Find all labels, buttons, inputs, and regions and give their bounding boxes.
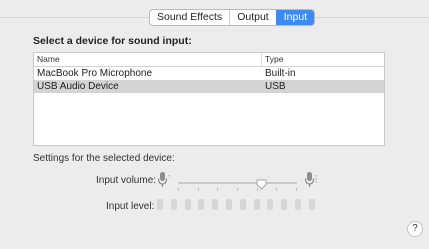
level-bar <box>295 199 301 210</box>
slider-tick <box>178 188 179 191</box>
slider-thumb[interactable] <box>256 177 267 190</box>
tab-sound-effects[interactable]: Sound Effects <box>150 10 229 25</box>
level-bar <box>267 199 274 210</box>
column-header-name[interactable]: Name <box>34 53 262 66</box>
table-header: Name Type <box>34 53 384 67</box>
table-row[interactable]: MacBook Pro Microphone Built-in <box>34 67 384 80</box>
slider-tick <box>296 188 297 191</box>
device-type: Built-in <box>265 68 296 79</box>
level-bar <box>226 199 232 210</box>
level-bar <box>253 199 260 210</box>
slider-track <box>178 182 297 184</box>
microphone-low-icon <box>155 171 173 189</box>
level-bar <box>281 199 288 210</box>
input-volume-label: Input volume: <box>96 175 157 186</box>
level-bar <box>308 199 315 210</box>
slider-tick <box>217 188 218 191</box>
slider-tick <box>257 188 258 191</box>
help-button[interactable]: ? <box>407 221 423 237</box>
device-name: USB Audio Device <box>37 81 119 92</box>
slider-tick <box>237 188 238 191</box>
level-bar <box>157 199 163 210</box>
level-bar <box>212 199 219 210</box>
slider-tick <box>276 188 277 191</box>
settings-label: Settings for the selected device: <box>33 153 175 164</box>
tab-bar: Sound Effects Output Input <box>149 9 316 26</box>
device-name: MacBook Pro Microphone <box>37 68 153 79</box>
level-bar <box>184 199 191 210</box>
section-title: Select a device for sound input: <box>33 35 192 47</box>
microphone-high-icon <box>304 171 322 189</box>
input-device-table: Name Type MacBook Pro Microphone Built-i… <box>33 52 385 146</box>
tab-input[interactable]: Input <box>275 10 315 25</box>
column-header-type[interactable]: Type <box>262 53 283 66</box>
level-bar <box>198 199 205 210</box>
table-row[interactable]: USB Audio Device USB <box>34 80 384 93</box>
slider-tick <box>198 188 199 191</box>
level-bar <box>170 199 177 210</box>
input-volume-slider[interactable] <box>178 177 297 191</box>
device-type: USB <box>265 81 286 92</box>
input-level-meter <box>157 199 327 213</box>
level-bar <box>239 199 246 210</box>
tab-output[interactable]: Output <box>229 10 276 25</box>
input-level-label: Input level: <box>106 201 155 212</box>
